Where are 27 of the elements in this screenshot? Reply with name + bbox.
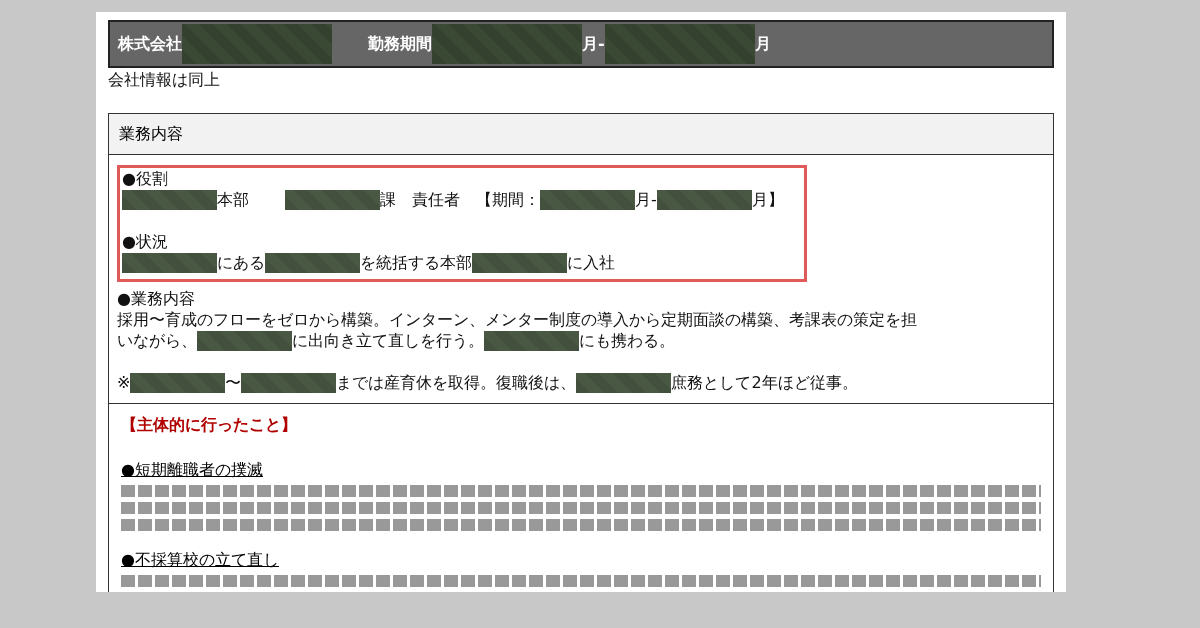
text: に入社 (567, 252, 615, 273)
bullet-heading: ●役割 (122, 168, 169, 189)
text: 月】 (751, 189, 784, 210)
section-title: 業務内容 (109, 114, 1053, 155)
text: 月- (582, 33, 605, 55)
text: に出向き立て直しを行う。 (292, 330, 484, 351)
bullet-heading: ●状況 (122, 231, 169, 252)
text: 株式会社 (118, 33, 182, 55)
text: を統括する本部 (360, 252, 472, 273)
text: 月- (635, 189, 657, 210)
initiative-heading: ●不採算校の立て直し (121, 549, 280, 570)
bullet-heading: ●業務内容 (117, 288, 196, 309)
text: までは産育休を取得。復職後は、 (336, 372, 577, 393)
text: 勤務期間 (368, 33, 432, 55)
text: 本部 (217, 189, 249, 210)
text: いながら、 (117, 330, 197, 351)
initiatives-title: 【主体的に行ったこと】 (121, 414, 298, 435)
text: 採用〜育成のフローをゼロから構築。インターン、メンター制度の導入から定期面談の構築、考課表の策定を担 (117, 309, 917, 330)
text: 月 (754, 33, 771, 55)
text: にも携わる。 (579, 330, 675, 351)
company-note: 会社情報は同上 (108, 70, 221, 91)
text: 庶務として2年ほど従事。 (671, 372, 858, 393)
text: ※ (117, 372, 131, 393)
text: 〜 (225, 372, 242, 393)
text: 課 責任者 【期間： (380, 189, 540, 210)
text: にある (217, 252, 265, 273)
initiative-heading: ●短期離職者の撲滅 (121, 459, 264, 480)
